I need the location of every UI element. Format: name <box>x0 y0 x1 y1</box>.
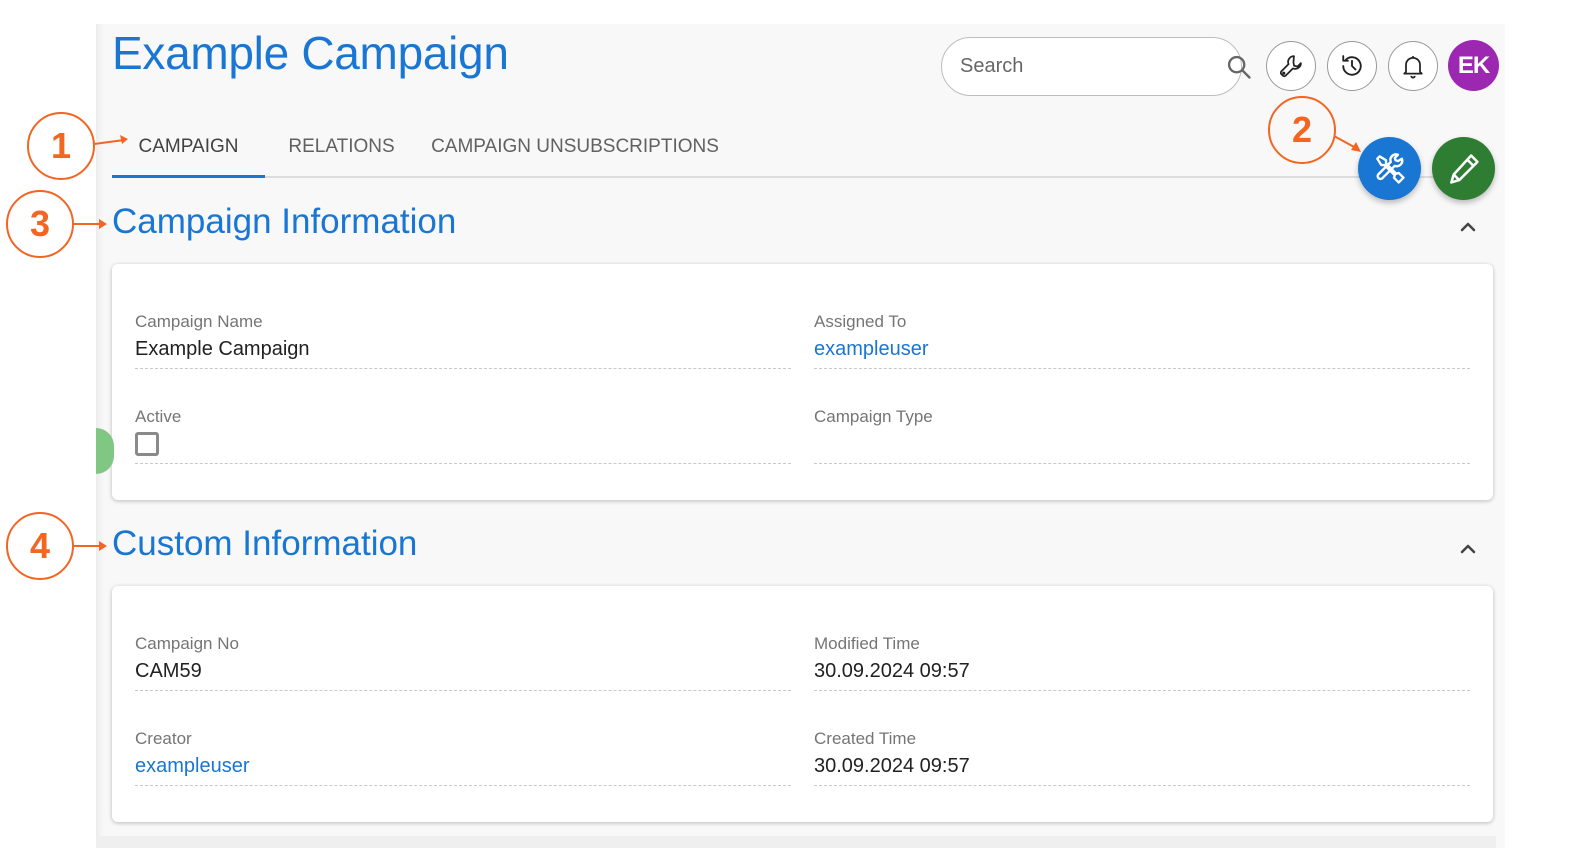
field-creator: Creator exampleuser <box>135 691 791 786</box>
annotation-4: 4 <box>6 512 74 580</box>
tab-campaign[interactable]: CAMPAIGN <box>112 118 265 178</box>
annotation-1: 1 <box>27 112 95 180</box>
field-value: 30.09.2024 09:57 <box>814 660 970 682</box>
field-label: Created Time <box>814 729 917 748</box>
pencil-icon <box>1449 153 1479 184</box>
search-input[interactable] <box>960 55 1225 78</box>
field-value: 30.09.2024 09:57 <box>814 755 970 777</box>
field-label: Campaign No <box>135 634 239 653</box>
field-campaign-no: Campaign No CAM59 <box>135 596 791 691</box>
field-active: Active <box>135 369 791 464</box>
tools-icon <box>1375 152 1405 184</box>
creator-link[interactable]: exampleuser <box>135 755 250 778</box>
notifications-button[interactable] <box>1388 41 1438 91</box>
section-title-custom-information: Custom Information <box>112 524 418 563</box>
annotation-3: 3 <box>6 190 74 258</box>
chevron-up-icon[interactable] <box>1456 537 1480 561</box>
history-icon <box>1342 55 1362 76</box>
edit-button[interactable] <box>1432 137 1495 200</box>
field-campaign-name: Campaign Name Example Campaign <box>135 274 791 369</box>
field-label: Assigned To <box>814 312 907 331</box>
annotation-arrow-icon <box>1334 135 1361 152</box>
tools-button[interactable] <box>1358 137 1421 200</box>
user-avatar[interactable]: EK <box>1448 40 1499 91</box>
field-label: Active <box>135 407 182 426</box>
field-label: Campaign Name <box>135 312 263 331</box>
settings-button[interactable] <box>1266 41 1316 91</box>
search-box[interactable] <box>941 37 1251 96</box>
assigned-user-link[interactable]: exampleuser <box>814 338 929 361</box>
history-button[interactable] <box>1327 41 1377 91</box>
field-label: Modified Time <box>814 634 920 653</box>
tab-relations[interactable]: RELATIONS <box>284 118 399 176</box>
field-assigned-to: Assigned To exampleuser <box>814 274 1470 369</box>
field-label: Creator <box>135 729 192 748</box>
annotation-arrow-icon <box>73 219 107 229</box>
chevron-up-icon[interactable] <box>1456 215 1480 239</box>
search-icon[interactable] <box>1225 53 1253 81</box>
bell-icon <box>1403 56 1423 79</box>
annotation-arrow-icon <box>73 541 107 551</box>
panel-footer <box>96 836 1496 848</box>
active-checkbox[interactable] <box>135 432 159 456</box>
field-label: Campaign Type <box>814 407 933 426</box>
wrench-icon <box>1279 55 1302 78</box>
custom-information-card: Campaign No CAM59 Modified Time 30.09.20… <box>112 586 1493 822</box>
page-title: Example Campaign <box>112 27 509 79</box>
section-title-campaign-information: Campaign Information <box>112 202 457 241</box>
field-value: CAM59 <box>135 660 202 682</box>
annotation-arrow-icon <box>94 135 128 145</box>
annotation-2: 2 <box>1268 96 1336 164</box>
field-value: Example Campaign <box>135 338 310 360</box>
field-created-time: Created Time 30.09.2024 09:57 <box>814 691 1470 786</box>
field-modified-time: Modified Time 30.09.2024 09:57 <box>814 596 1470 691</box>
field-campaign-type: Campaign Type <box>814 369 1470 464</box>
tab-campaign-unsubscriptions[interactable]: CAMPAIGN UNSUBSCRIPTIONS <box>425 118 725 176</box>
campaign-information-card: Campaign Name Example Campaign Assigned … <box>112 264 1493 500</box>
